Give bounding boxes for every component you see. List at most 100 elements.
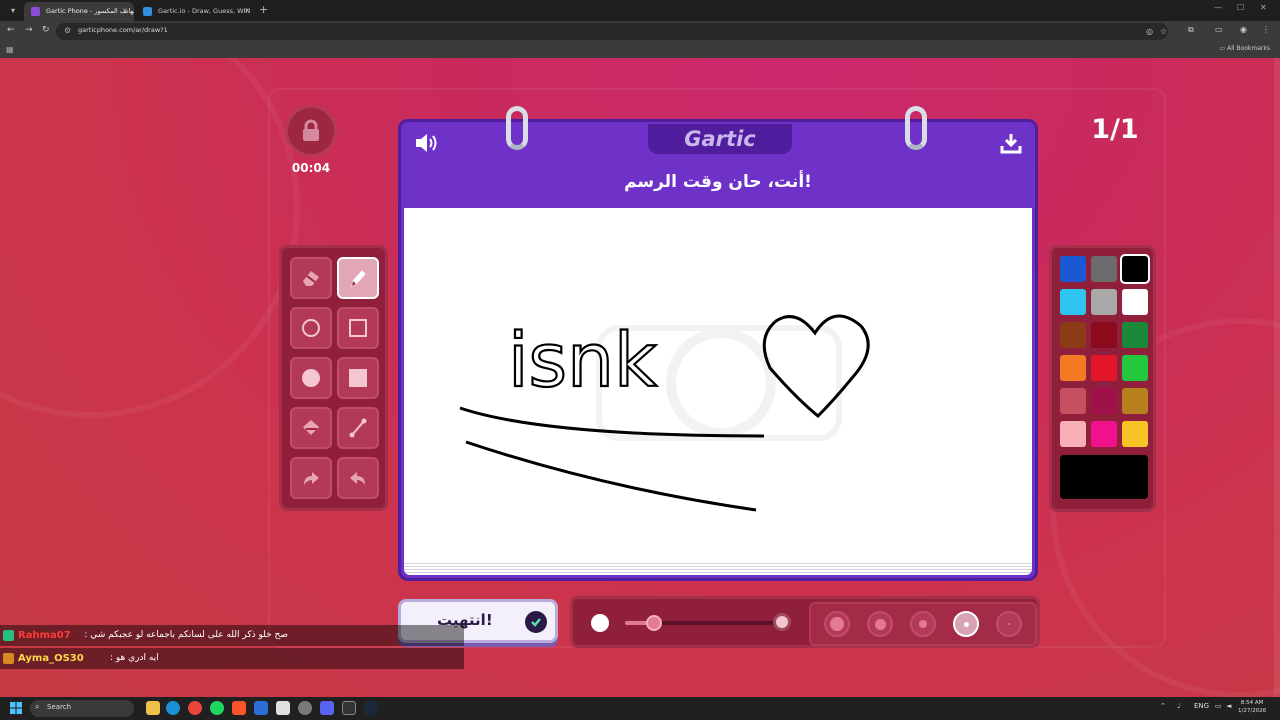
circle-outline-icon <box>302 319 320 337</box>
tab-gartic-io[interactable]: Gartic.io - Draw, Guess, WIN ✕ <box>136 2 256 21</box>
new-tab-icon[interactable]: + <box>259 3 268 16</box>
cast-icon[interactable]: ▭ <box>1215 25 1223 34</box>
drawing-canvas[interactable]: isnk <box>404 208 1032 561</box>
background-decoration <box>0 58 300 418</box>
current-color-swatch <box>1060 455 1148 499</box>
steam-icon[interactable] <box>364 701 378 715</box>
check-icon <box>525 611 547 633</box>
color-swatch[interactable] <box>1120 254 1150 284</box>
speaker-icon <box>416 134 437 152</box>
maximize-icon[interactable]: ☐ <box>1237 3 1244 12</box>
redo-tool[interactable] <box>290 457 332 499</box>
gartic-io-favicon-icon <box>143 7 152 16</box>
notebook-header: Gartic أنت، حان وقت الرسم! <box>401 122 1035 208</box>
color-swatch[interactable] <box>1091 421 1117 447</box>
opacity-max-indicator <box>773 613 791 631</box>
close-tab-icon[interactable]: ✕ <box>122 2 128 20</box>
fill-bucket-icon <box>303 420 319 435</box>
color-swatch[interactable] <box>1122 421 1148 447</box>
extensions-icon[interactable]: ⧉ <box>1188 25 1194 35</box>
lock-button[interactable] <box>285 105 337 157</box>
opacity-slider-handle[interactable] <box>645 615 662 631</box>
color-swatch[interactable] <box>1122 322 1148 348</box>
circle-filled-icon <box>302 369 320 387</box>
chrome-icon[interactable] <box>188 701 202 715</box>
color-swatch[interactable] <box>1060 388 1086 414</box>
edge-icon[interactable] <box>166 701 180 715</box>
tab-search-icon[interactable]: ▾ <box>6 4 20 17</box>
brave-icon[interactable] <box>232 701 246 715</box>
circle-outline-tool[interactable] <box>290 307 332 349</box>
drawn-heart <box>762 314 870 419</box>
search-icon: ⌕ <box>35 702 40 711</box>
menu-icon[interactable]: ⋮ <box>1262 25 1270 34</box>
search-label: Search <box>47 703 72 711</box>
brush-size-option-selected[interactable] <box>953 611 979 637</box>
color-swatch[interactable] <box>1122 388 1148 414</box>
tab-title: Gartic.io - Draw, Guess, WIN <box>158 7 251 15</box>
bookmark-star-icon[interactable]: ☆ <box>1160 27 1167 36</box>
tray-chevron-icon[interactable]: ⌃ <box>1160 702 1166 710</box>
network-icon[interactable]: ▭ <box>1215 702 1222 710</box>
sound-button[interactable] <box>413 131 441 159</box>
color-swatch[interactable] <box>1060 289 1086 315</box>
app-icon[interactable] <box>276 701 290 715</box>
gartic-favicon-icon <box>31 7 40 16</box>
pencil-tool[interactable] <box>337 257 379 299</box>
color-swatch[interactable] <box>1060 322 1086 348</box>
brush-size-option[interactable] <box>996 611 1022 637</box>
color-swatch[interactable] <box>1060 355 1086 381</box>
volume-icon[interactable]: ◄ <box>1226 702 1231 710</box>
square-filled-tool[interactable] <box>337 357 379 399</box>
system-clock[interactable]: 8:54 AM 1/27/2026 <box>1238 699 1266 715</box>
color-swatch[interactable] <box>1060 256 1086 282</box>
drawn-underline <box>465 440 757 512</box>
square-outline-tool[interactable] <box>337 307 379 349</box>
color-swatch[interactable] <box>1122 289 1148 315</box>
color-swatch[interactable] <box>1091 388 1117 414</box>
brush-size-option[interactable] <box>824 611 850 637</box>
color-swatch[interactable] <box>1091 322 1117 348</box>
settings-icon[interactable] <box>298 701 312 715</box>
all-bookmarks-button[interactable]: ▭ All Bookmarks <box>1220 45 1270 52</box>
color-swatch[interactable] <box>1091 256 1117 282</box>
tab-gartic-phone[interactable]: Gartic Phone - الهاتف المكسور ✕ <box>24 2 134 21</box>
download-button[interactable] <box>999 131 1023 159</box>
address-bar[interactable]: ⚙ garticphone.com/ar/draw?1 ◎ ☆ <box>56 23 1168 40</box>
language-indicator[interactable]: ENG <box>1194 702 1209 710</box>
profile-icon[interactable]: ◉ <box>1240 25 1247 34</box>
terminal-icon[interactable] <box>342 701 356 715</box>
fill-bucket-tool[interactable] <box>290 407 332 449</box>
spotify-icon[interactable] <box>210 701 224 715</box>
undo-tool[interactable] <box>337 457 379 499</box>
line-tool[interactable] <box>337 407 379 449</box>
eye-off-icon[interactable]: ◎ <box>1146 27 1153 36</box>
color-swatch[interactable] <box>1091 355 1117 381</box>
scrollbar[interactable] <box>1274 58 1280 697</box>
forward-icon[interactable]: → <box>25 25 33 35</box>
all-bookmarks-label: All Bookmarks <box>1227 45 1270 52</box>
close-window-icon[interactable]: ✕ <box>1260 3 1267 12</box>
windows-start-icon[interactable] <box>10 702 22 714</box>
reload-icon[interactable]: ↻ <box>42 25 50 35</box>
color-swatch[interactable] <box>1122 355 1148 381</box>
taskbar-search[interactable]: ⌕ Search <box>30 700 134 717</box>
close-tab-icon[interactable]: ✕ <box>244 2 250 20</box>
store-icon[interactable] <box>254 701 268 715</box>
clock-date: 1/27/2026 <box>1238 708 1267 714</box>
apps-icon[interactable]: ▦ <box>6 45 14 54</box>
site-info-icon[interactable]: ⚙ <box>64 26 71 35</box>
circle-filled-tool[interactable] <box>290 357 332 399</box>
microphone-icon[interactable]: ♩ <box>1177 702 1180 710</box>
brush-size-option[interactable] <box>910 611 936 637</box>
color-swatch[interactable] <box>1060 421 1086 447</box>
color-swatch[interactable] <box>1091 289 1117 315</box>
file-explorer-icon[interactable] <box>146 701 160 715</box>
eraser-tool[interactable] <box>290 257 332 299</box>
brush-size-option[interactable] <box>867 611 893 637</box>
minimize-icon[interactable]: — <box>1214 3 1222 12</box>
chat-username: Rahma07 <box>18 630 71 641</box>
back-icon[interactable]: ← <box>7 25 15 35</box>
discord-icon[interactable] <box>320 701 334 715</box>
chat-badge-icon <box>3 630 14 641</box>
